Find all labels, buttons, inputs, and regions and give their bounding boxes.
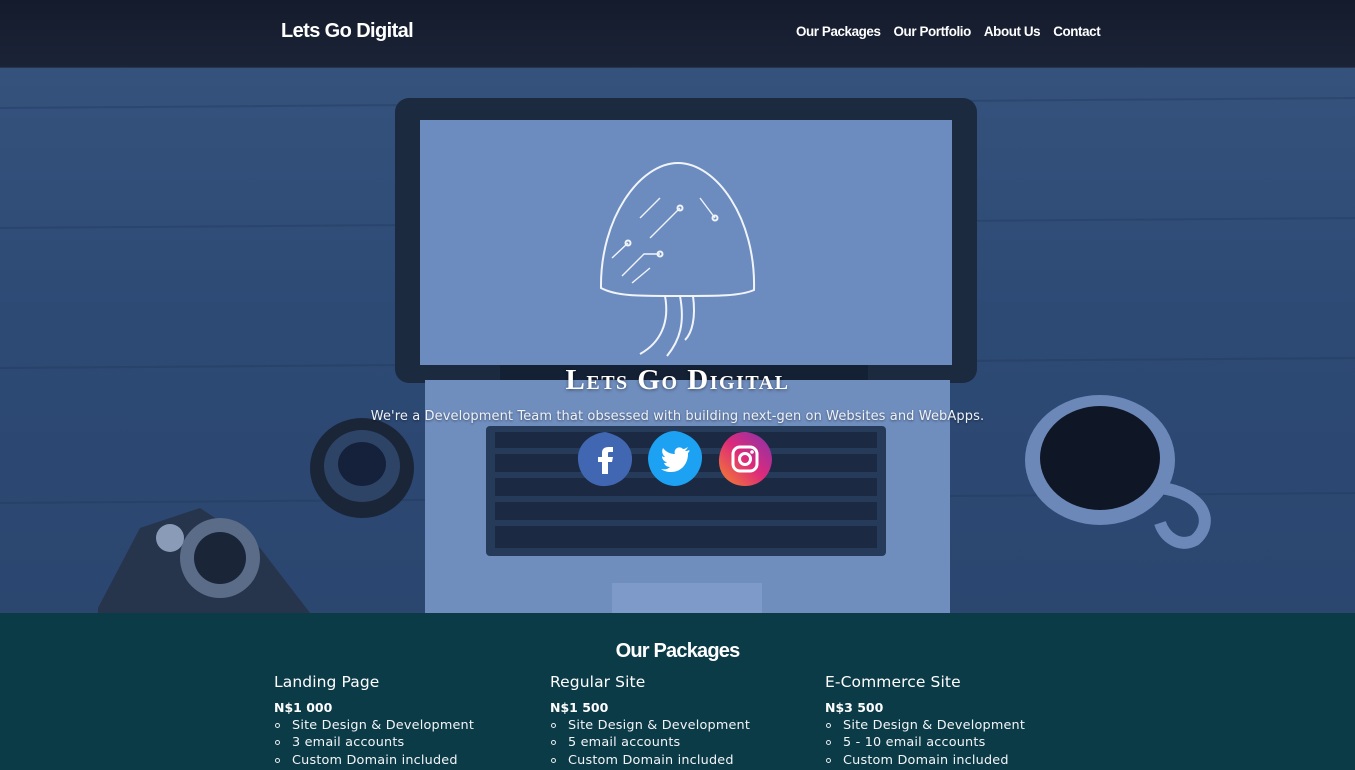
feature-text: Site Design & Development (292, 718, 475, 733)
list-item: Custom Domain included (274, 752, 534, 769)
circle-bullet-icon (551, 757, 556, 763)
package-price: N$1 500 (550, 700, 609, 715)
camera-lens (310, 418, 414, 518)
package-price: N$3 500 (825, 700, 884, 715)
main-nav: Our Packages Our Portfolio About Us Cont… (796, 24, 1101, 39)
laptop-screen (395, 98, 977, 391)
package-name: Landing Page (274, 673, 380, 691)
site-header: Lets Go Digital Our Packages Our Portfol… (0, 0, 1355, 68)
feature-text: Site Design & Development (568, 718, 751, 733)
packages-title: Our Packages (615, 640, 741, 662)
twitter-icon (648, 431, 703, 486)
hero-subtitle: We're a Development Team that obsessed w… (370, 409, 985, 424)
brand-logo-link[interactable]: Lets Go Digital (281, 20, 414, 43)
social-links (575, 429, 775, 489)
list-item: Custom Domain included (550, 752, 810, 769)
package-name: E-Commerce Site (825, 673, 961, 691)
twitter-link[interactable] (645, 429, 705, 489)
instagram-link[interactable] (715, 429, 775, 489)
feature-text: 3 email accounts (292, 735, 405, 751)
instagram-icon (718, 431, 772, 486)
package-features-list: Site Design & Development 5 - 10 email a… (825, 717, 1085, 769)
package-name: Regular Site (550, 673, 646, 691)
list-item: Site Design & Development (550, 717, 810, 734)
list-item: Custom Domain included (825, 752, 1085, 769)
packages-section: Our Packages Landing Page N$1 000 Site D… (0, 613, 1355, 770)
feature-text: Site Design & Development (843, 718, 1026, 733)
package-features-list: Site Design & Development 5 email accoun… (550, 717, 810, 769)
package-card-regular-site: Regular Site N$1 500 Site Design & Devel… (550, 673, 810, 769)
circle-bullet-icon (826, 740, 831, 746)
package-card-e-commerce-site: E-Commerce Site N$3 500 Site Design & De… (825, 673, 1085, 769)
circle-bullet-icon (551, 740, 556, 746)
package-price: N$1 000 (274, 700, 333, 715)
nav-link-about-us[interactable]: About Us (984, 24, 1041, 39)
package-card-landing-page: Landing Page N$1 000 Site Design & Devel… (274, 673, 534, 769)
feature-text: Custom Domain included (292, 752, 458, 768)
circle-bullet-icon (826, 757, 831, 763)
circle-bullet-icon (275, 740, 280, 746)
circle-bullet-icon (551, 723, 556, 728)
feature-text: Custom Domain included (843, 752, 1009, 768)
nav-link-our-packages[interactable]: Our Packages (796, 24, 881, 39)
facebook-icon (577, 432, 633, 487)
package-features-list: Site Design & Development 3 email accoun… (274, 717, 534, 769)
nav-link-contact[interactable]: Contact (1053, 24, 1100, 39)
feature-text: 5 - 10 email accounts (843, 735, 986, 751)
hero-title: Lets Go Digital (565, 364, 790, 396)
nav-link-our-portfolio[interactable]: Our Portfolio (894, 24, 972, 39)
facebook-link[interactable] (575, 429, 635, 489)
hero-section: Lets Go Digital We're a Development Team… (0, 68, 1355, 613)
feature-text: 5 email accounts (568, 735, 681, 751)
list-item: 5 - 10 email accounts (825, 734, 1085, 751)
list-item: Site Design & Development (825, 717, 1085, 734)
list-item: 3 email accounts (274, 734, 534, 751)
feature-text: Custom Domain included (568, 752, 734, 768)
camera-body (98, 508, 310, 613)
circle-bullet-icon (275, 723, 280, 728)
list-item: Site Design & Development (274, 717, 534, 734)
circle-bullet-icon (275, 757, 280, 763)
hero-background-photo (0, 97, 1355, 613)
circle-bullet-icon (826, 723, 831, 728)
list-item: 5 email accounts (550, 734, 810, 751)
